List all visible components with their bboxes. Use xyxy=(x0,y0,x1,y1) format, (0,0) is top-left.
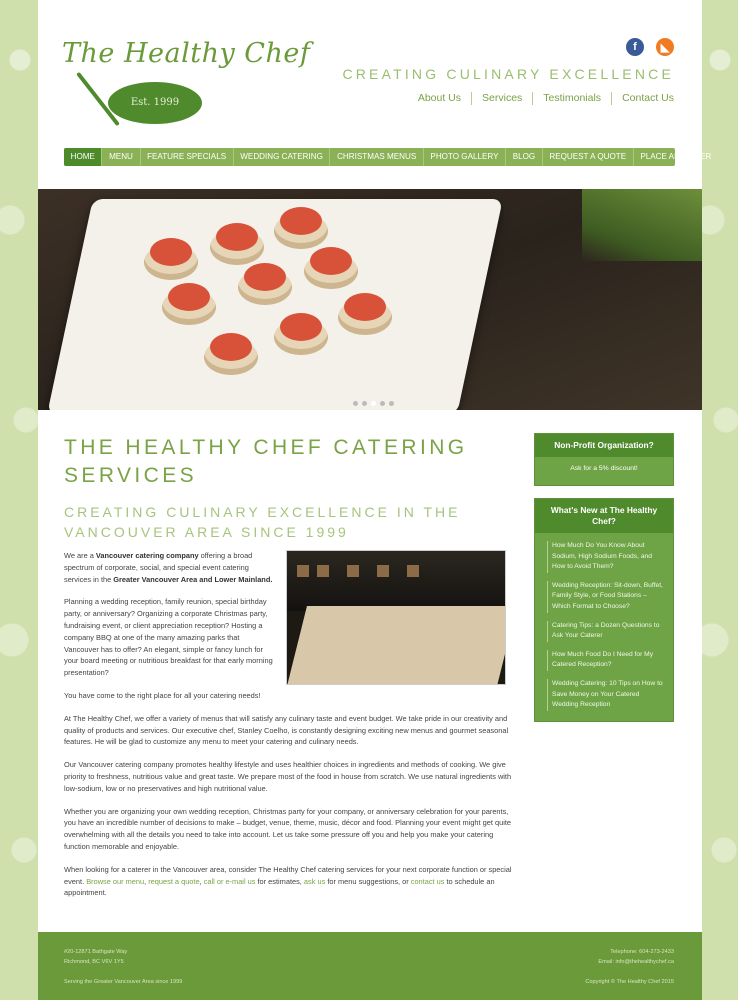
event-paragraph: Whether you are organizing your own wedd… xyxy=(64,806,511,851)
news-link[interactable]: Catering Tips: a Dozen Questions to Ask … xyxy=(547,620,665,642)
canape-image xyxy=(238,263,292,305)
photo-frame xyxy=(347,565,359,577)
nav-place-order[interactable]: PLACE AN ORDER xyxy=(634,148,718,166)
planning-paragraph: Planning a wedding reception, family reu… xyxy=(64,597,273,678)
address-line-1: #20-12871 Bathgate Way xyxy=(64,949,128,955)
footer-contact: Telephone: 604-273-2433 Email: info@theh… xyxy=(598,948,674,967)
whats-new-title: What's New at The Healthy Chef? xyxy=(535,499,673,533)
request-quote-link[interactable]: request a quote xyxy=(148,877,199,886)
top-links: About Us Services Testimonials Contact U… xyxy=(408,92,674,105)
top-link-testimonials[interactable]: Testimonials xyxy=(532,92,611,105)
footer-phone: Telephone: 604-273-2433 xyxy=(610,949,674,955)
photo-frame xyxy=(317,565,329,577)
footer-email[interactable]: Email: info@thehealthychef.ca xyxy=(598,958,674,968)
nav-christmas-menus[interactable]: CHRISTMAS MENUS xyxy=(330,148,424,166)
nav-blog[interactable]: BLOG xyxy=(506,148,543,166)
logo-plate: Est. 1999 xyxy=(108,82,202,124)
hero-grass xyxy=(582,189,702,261)
page-container: The Healthy Chef Est. 1999 f ◣ CREATING … xyxy=(38,0,711,1000)
page-title: THE HEALTHY CHEF CATERING SERVICES xyxy=(64,436,468,487)
canape-image xyxy=(274,313,328,355)
buffet-photo xyxy=(286,550,506,685)
rss-icon[interactable]: ◣ xyxy=(656,38,674,56)
site-footer: #20-12871 Bathgate Way Richmond, BC V6V … xyxy=(38,932,702,1000)
social-links: f ◣ xyxy=(626,38,674,56)
photo-frame xyxy=(297,565,309,577)
logo-text: The Healthy Chef xyxy=(62,38,311,69)
nav-request-quote[interactable]: REQUEST A QUOTE xyxy=(543,148,634,166)
footer-address: #20-12871 Bathgate Way Richmond, BC V6V … xyxy=(64,948,127,967)
canape-image xyxy=(144,238,198,280)
top-link-contact[interactable]: Contact Us xyxy=(611,92,674,105)
canape-image xyxy=(338,293,392,335)
footer-copyright: Copyright © The Healthy Chef 2015 xyxy=(585,979,674,985)
nav-feature-specials[interactable]: FEATURE SPECIALS xyxy=(141,148,234,166)
photo-wall xyxy=(287,551,505,611)
right-place-paragraph: You have come to the right place for all… xyxy=(64,690,261,700)
call-email-link[interactable]: call or e-mail us xyxy=(204,877,256,886)
whats-new-list: How Much Do You Know About Sodium, High … xyxy=(535,533,673,711)
nonprofit-body: Ask for a 5% discount! xyxy=(570,465,638,472)
slider-dot[interactable] xyxy=(389,401,394,406)
facebook-icon[interactable]: f xyxy=(626,38,644,56)
news-link[interactable]: Wedding Catering: 10 Tips on How to Save… xyxy=(547,678,665,711)
top-link-about[interactable]: About Us xyxy=(408,92,471,105)
footer-serving: Serving the Greater Vancouver Area since… xyxy=(64,979,183,985)
whats-new-box: What's New at The Healthy Chef? How Much… xyxy=(534,498,674,722)
menus-paragraph: At The Healthy Chef, we offer a variety … xyxy=(64,713,509,747)
nonprofit-box[interactable]: Non-Profit Organization? Ask for a 5% di… xyxy=(534,433,674,486)
address-line-2: Richmond, BC V6V 1Y5 xyxy=(64,958,124,965)
news-link[interactable]: How Much Do You Know About Sodium, High … xyxy=(547,541,665,573)
canape-image xyxy=(274,207,328,249)
tagline: CREATING CULINARY EXCELLENCE xyxy=(342,66,674,82)
news-link[interactable]: How Much Food Do I Need for My Catered R… xyxy=(547,649,665,671)
cta-paragraph: When looking for a caterer in the Vancou… xyxy=(64,864,512,898)
canape-image xyxy=(210,223,264,265)
slider-dot[interactable] xyxy=(353,401,358,406)
nav-wedding-catering[interactable]: WEDDING CATERING xyxy=(234,148,331,166)
browse-menu-link[interactable]: Browse our menu xyxy=(86,877,144,886)
slider-dot[interactable] xyxy=(371,401,376,406)
buffet-table xyxy=(287,606,505,684)
nav-menu[interactable]: MENU xyxy=(102,148,141,166)
nonprofit-title: Non-Profit Organization? xyxy=(535,434,673,457)
contact-us-link[interactable]: contact us xyxy=(411,877,445,886)
page-subtitle: CREATING CULINARY EXCELLENCE IN THE VANC… xyxy=(64,504,461,540)
site-logo[interactable]: The Healthy Chef Est. 1999 xyxy=(62,38,310,134)
hero-slider[interactable] xyxy=(38,189,702,410)
background-pattern-left xyxy=(0,0,38,1000)
slider-dots xyxy=(353,401,394,406)
main-content: THE HEALTHY CHEF CATERING SERVICES CREAT… xyxy=(64,434,514,899)
slider-dot[interactable] xyxy=(362,401,367,406)
intro-paragraph: We are a Vancouver catering company offe… xyxy=(64,551,273,584)
main-nav: HOME MENU FEATURE SPECIALS WEDDING CATER… xyxy=(64,148,711,166)
slider-dot[interactable] xyxy=(380,401,385,406)
healthy-paragraph: Our Vancouver catering company promotes … xyxy=(64,760,512,793)
nav-photo-gallery[interactable]: PHOTO GALLERY xyxy=(424,148,507,166)
ask-us-link[interactable]: ask us xyxy=(304,877,325,886)
news-link[interactable]: Wedding Reception: Sit-down, Buffet, Fam… xyxy=(547,580,665,613)
top-link-services[interactable]: Services xyxy=(471,92,532,105)
nav-home[interactable]: HOME xyxy=(64,148,103,166)
canape-image xyxy=(162,283,216,325)
photo-frame xyxy=(407,565,419,577)
canape-image xyxy=(304,247,358,289)
canape-image xyxy=(204,333,258,375)
photo-frame xyxy=(377,565,389,577)
